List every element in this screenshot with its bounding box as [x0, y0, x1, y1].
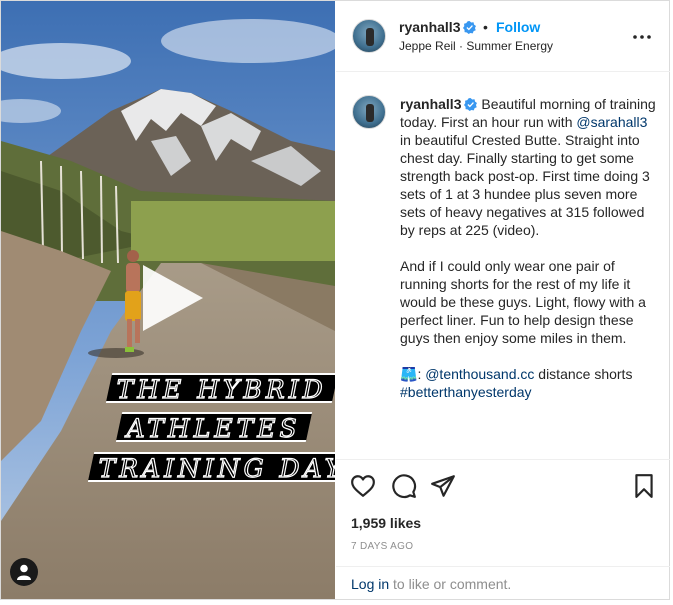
instagram-post: THE HYBRID ATHLETES TRAINING DAY ryanhal… — [0, 0, 670, 600]
login-link[interactable]: Log in — [351, 576, 389, 592]
caption-paragraph-2: And if I could only wear one pair of run… — [400, 258, 646, 346]
author-avatar[interactable] — [352, 19, 386, 53]
video-title-line-1: THE HYBRID — [105, 373, 335, 405]
caption-paragraph-1-end: in beautiful Crested Butte. Straight int… — [400, 132, 650, 238]
post-actions: 1,959 likes 7 DAYS AGO Log in to like or… — [336, 459, 670, 599]
verified-icon — [463, 21, 477, 34]
header-separator: • — [483, 19, 488, 35]
shorts-emoji-icon: 🩳 — [400, 366, 418, 382]
author-username[interactable]: ryanhall3 — [399, 19, 477, 35]
post-timestamp[interactable]: 7 DAYS AGO — [351, 541, 413, 552]
caption-username[interactable]: ryanhall3 — [400, 96, 478, 112]
caption-paragraph-3-end: distance shorts — [534, 366, 633, 382]
login-prompt: Log in to like or comment. — [336, 566, 670, 600]
user-tag-icon — [17, 564, 31, 580]
play-icon[interactable] — [137, 263, 207, 333]
caption-text: ryanhall3 Beautiful morning of training … — [400, 95, 662, 401]
hashtag-link[interactable]: #betterthanyesterday — [400, 384, 532, 400]
post-details-pane: ryanhall3 • Follow Jeppe Reil · Summer E… — [336, 1, 670, 599]
comment-icon[interactable] — [391, 473, 417, 499]
video-title-line-3: TRAINING DAY — [87, 452, 335, 484]
caption-author-avatar[interactable] — [352, 95, 386, 129]
follow-button[interactable]: Follow — [496, 19, 540, 35]
post-header: ryanhall3 • Follow Jeppe Reil · Summer E… — [336, 1, 670, 72]
mention-link[interactable]: @tenthousand.cc — [425, 366, 534, 382]
video-title-line-2: ATHLETES — [115, 412, 313, 444]
verified-icon — [464, 98, 478, 111]
more-icon[interactable] — [630, 27, 654, 47]
share-icon[interactable] — [430, 473, 456, 499]
post-media-video[interactable]: THE HYBRID ATHLETES TRAINING DAY — [1, 1, 335, 599]
mention-link[interactable]: @sarahall3 — [576, 114, 647, 130]
login-prompt-text: to like or comment. — [389, 576, 512, 592]
audio-attribution-link[interactable]: Jeppe Reil · Summer Energy — [399, 39, 553, 53]
tagged-users-button[interactable] — [10, 558, 38, 586]
bookmark-icon[interactable] — [631, 473, 657, 499]
heart-icon[interactable] — [350, 473, 376, 499]
likes-count[interactable]: 1,959 likes — [351, 515, 421, 531]
